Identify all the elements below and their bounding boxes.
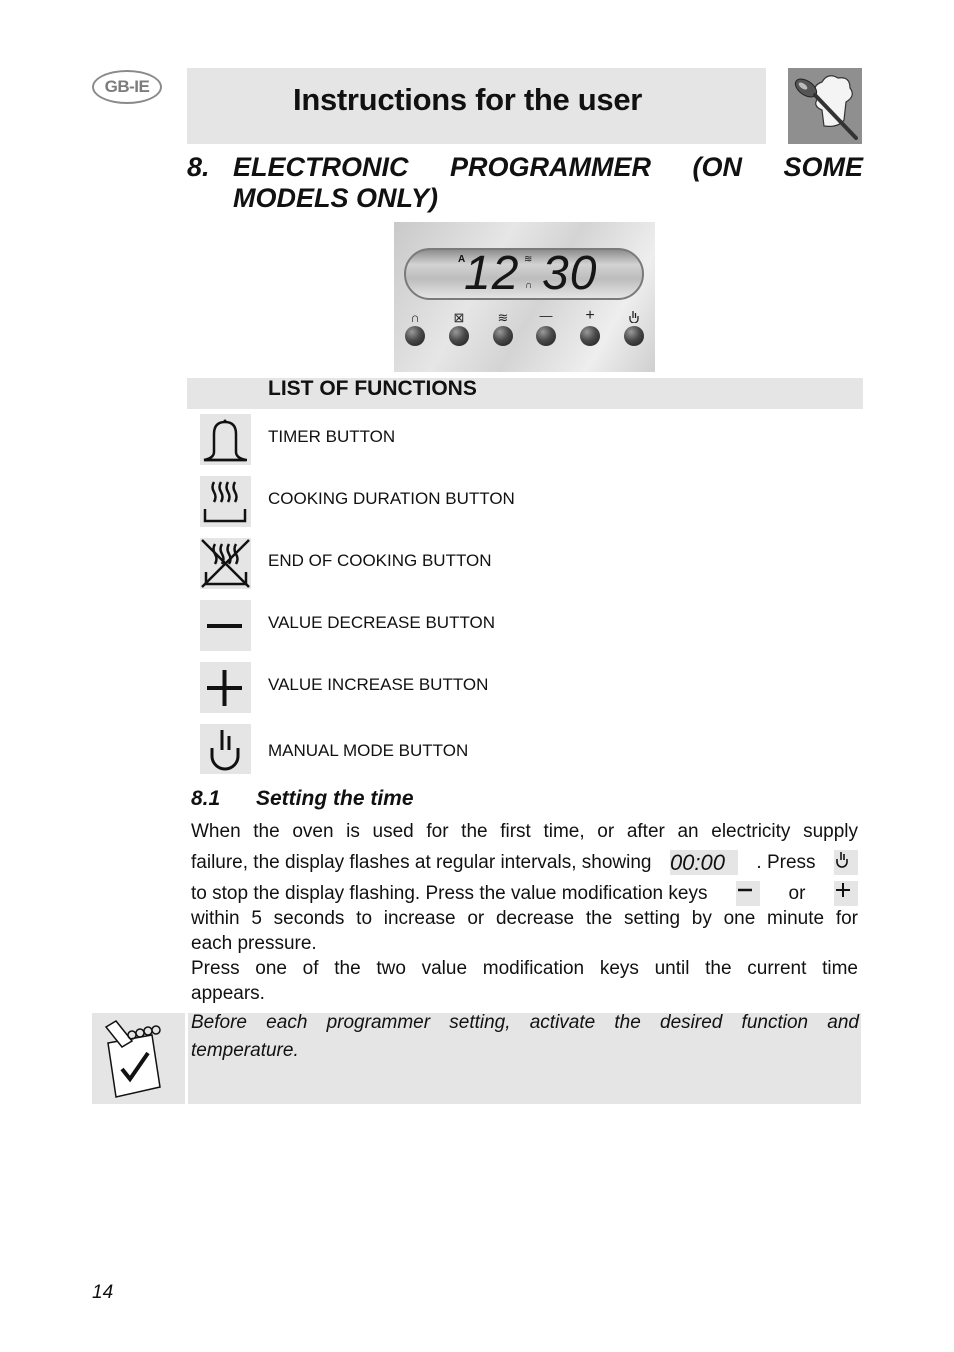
display-minutes: 30	[542, 247, 598, 300]
body-line: each pressure.	[191, 933, 317, 954]
end-of-cooking-knob	[449, 326, 469, 346]
manual-hand-icon	[834, 850, 858, 875]
timer-bell-icon	[200, 414, 251, 465]
function-label: MANUAL MODE BUTTON	[268, 741, 469, 760]
section-title-word: (ON	[692, 152, 742, 182]
plus-icon	[834, 881, 858, 906]
timer-knob	[405, 326, 425, 346]
body-line: failure, the display flashes at regular …	[191, 850, 858, 875]
plus-knob	[580, 326, 600, 346]
manual-hand-icon	[200, 724, 251, 774]
cooking-duration-knob	[493, 326, 513, 346]
body-line: When the oven is used for the first time…	[191, 821, 858, 842]
body-line: appears.	[191, 983, 265, 1004]
plus-icon	[200, 662, 251, 713]
function-label: END OF COOKING BUTTON	[268, 551, 492, 570]
subsection-title-text: Setting the time	[256, 787, 414, 810]
function-label: COOKING DURATION BUTTON	[268, 489, 515, 508]
display-hours: 12	[464, 247, 520, 300]
body-text-fragment: or	[788, 883, 806, 904]
minus-icon: —	[539, 308, 553, 323]
note-text: Before each programmer setting, activate…	[191, 1009, 859, 1065]
lcd-display: A 12 ≋ ∩ 30	[404, 247, 644, 300]
subsection-number: 8.1	[191, 787, 221, 810]
cooking-duration-icon	[200, 476, 251, 527]
minus-icon	[200, 600, 251, 651]
page-number: 14	[92, 1282, 114, 1303]
manual-hand-icon	[624, 310, 644, 326]
function-label: TIMER BUTTON	[268, 427, 396, 446]
display-bell-indicator: ∩	[525, 280, 533, 291]
minus-knob	[536, 326, 556, 346]
cooking-duration-icon: ≋	[497, 310, 509, 325]
body-text-fragment: . Press	[756, 852, 816, 873]
section-title-line2: MODELS ONLY)	[233, 183, 438, 213]
end-of-cooking-icon: ⊠	[453, 310, 465, 325]
page-title: Instructions for the user	[293, 82, 643, 117]
note-text-line: Before each programmer setting, activate…	[191, 1012, 859, 1033]
body-line: to stop the display flashing. Press the …	[191, 881, 858, 906]
section-title-word: PROGRAMMER	[449, 152, 651, 182]
display-zero-value: 00:00	[669, 850, 738, 875]
manual-knob	[624, 326, 644, 346]
programmer-panel-image: A 12 ≋ ∩ 30 ∩ ⊠ ≋ — +	[394, 222, 655, 372]
functions-heading: LIST OF FUNCTIONS	[268, 377, 477, 400]
section-number: 8.	[187, 152, 210, 182]
section-title-word: SOME	[783, 152, 863, 182]
function-label: VALUE INCREASE BUTTON	[268, 675, 489, 694]
display-duration-indicator: ≋	[524, 254, 533, 265]
plus-icon: +	[585, 307, 595, 324]
chef-hat-spoon-icon	[788, 68, 862, 144]
note-text-line: temperature.	[191, 1040, 299, 1061]
body-text-fragment: to stop the display flashing. Press the …	[191, 883, 708, 904]
notepad-check-icon	[92, 1013, 185, 1104]
end-of-cooking-icon	[200, 538, 251, 589]
function-label: VALUE DECREASE BUTTON	[268, 613, 496, 632]
region-badge: GB-IE	[92, 70, 162, 104]
body-line: Press one of the two value modification …	[191, 958, 858, 979]
timer-bell-icon: ∩	[410, 310, 420, 325]
body-line: within 5 seconds to increase or decrease…	[191, 908, 858, 929]
body-text-fragment: failure, the display flashes at regular …	[191, 852, 652, 873]
section-title-word: ELECTRONIC	[233, 152, 409, 182]
minus-icon	[736, 881, 760, 906]
subsection-title: 8.1 Setting the time	[191, 787, 414, 811]
